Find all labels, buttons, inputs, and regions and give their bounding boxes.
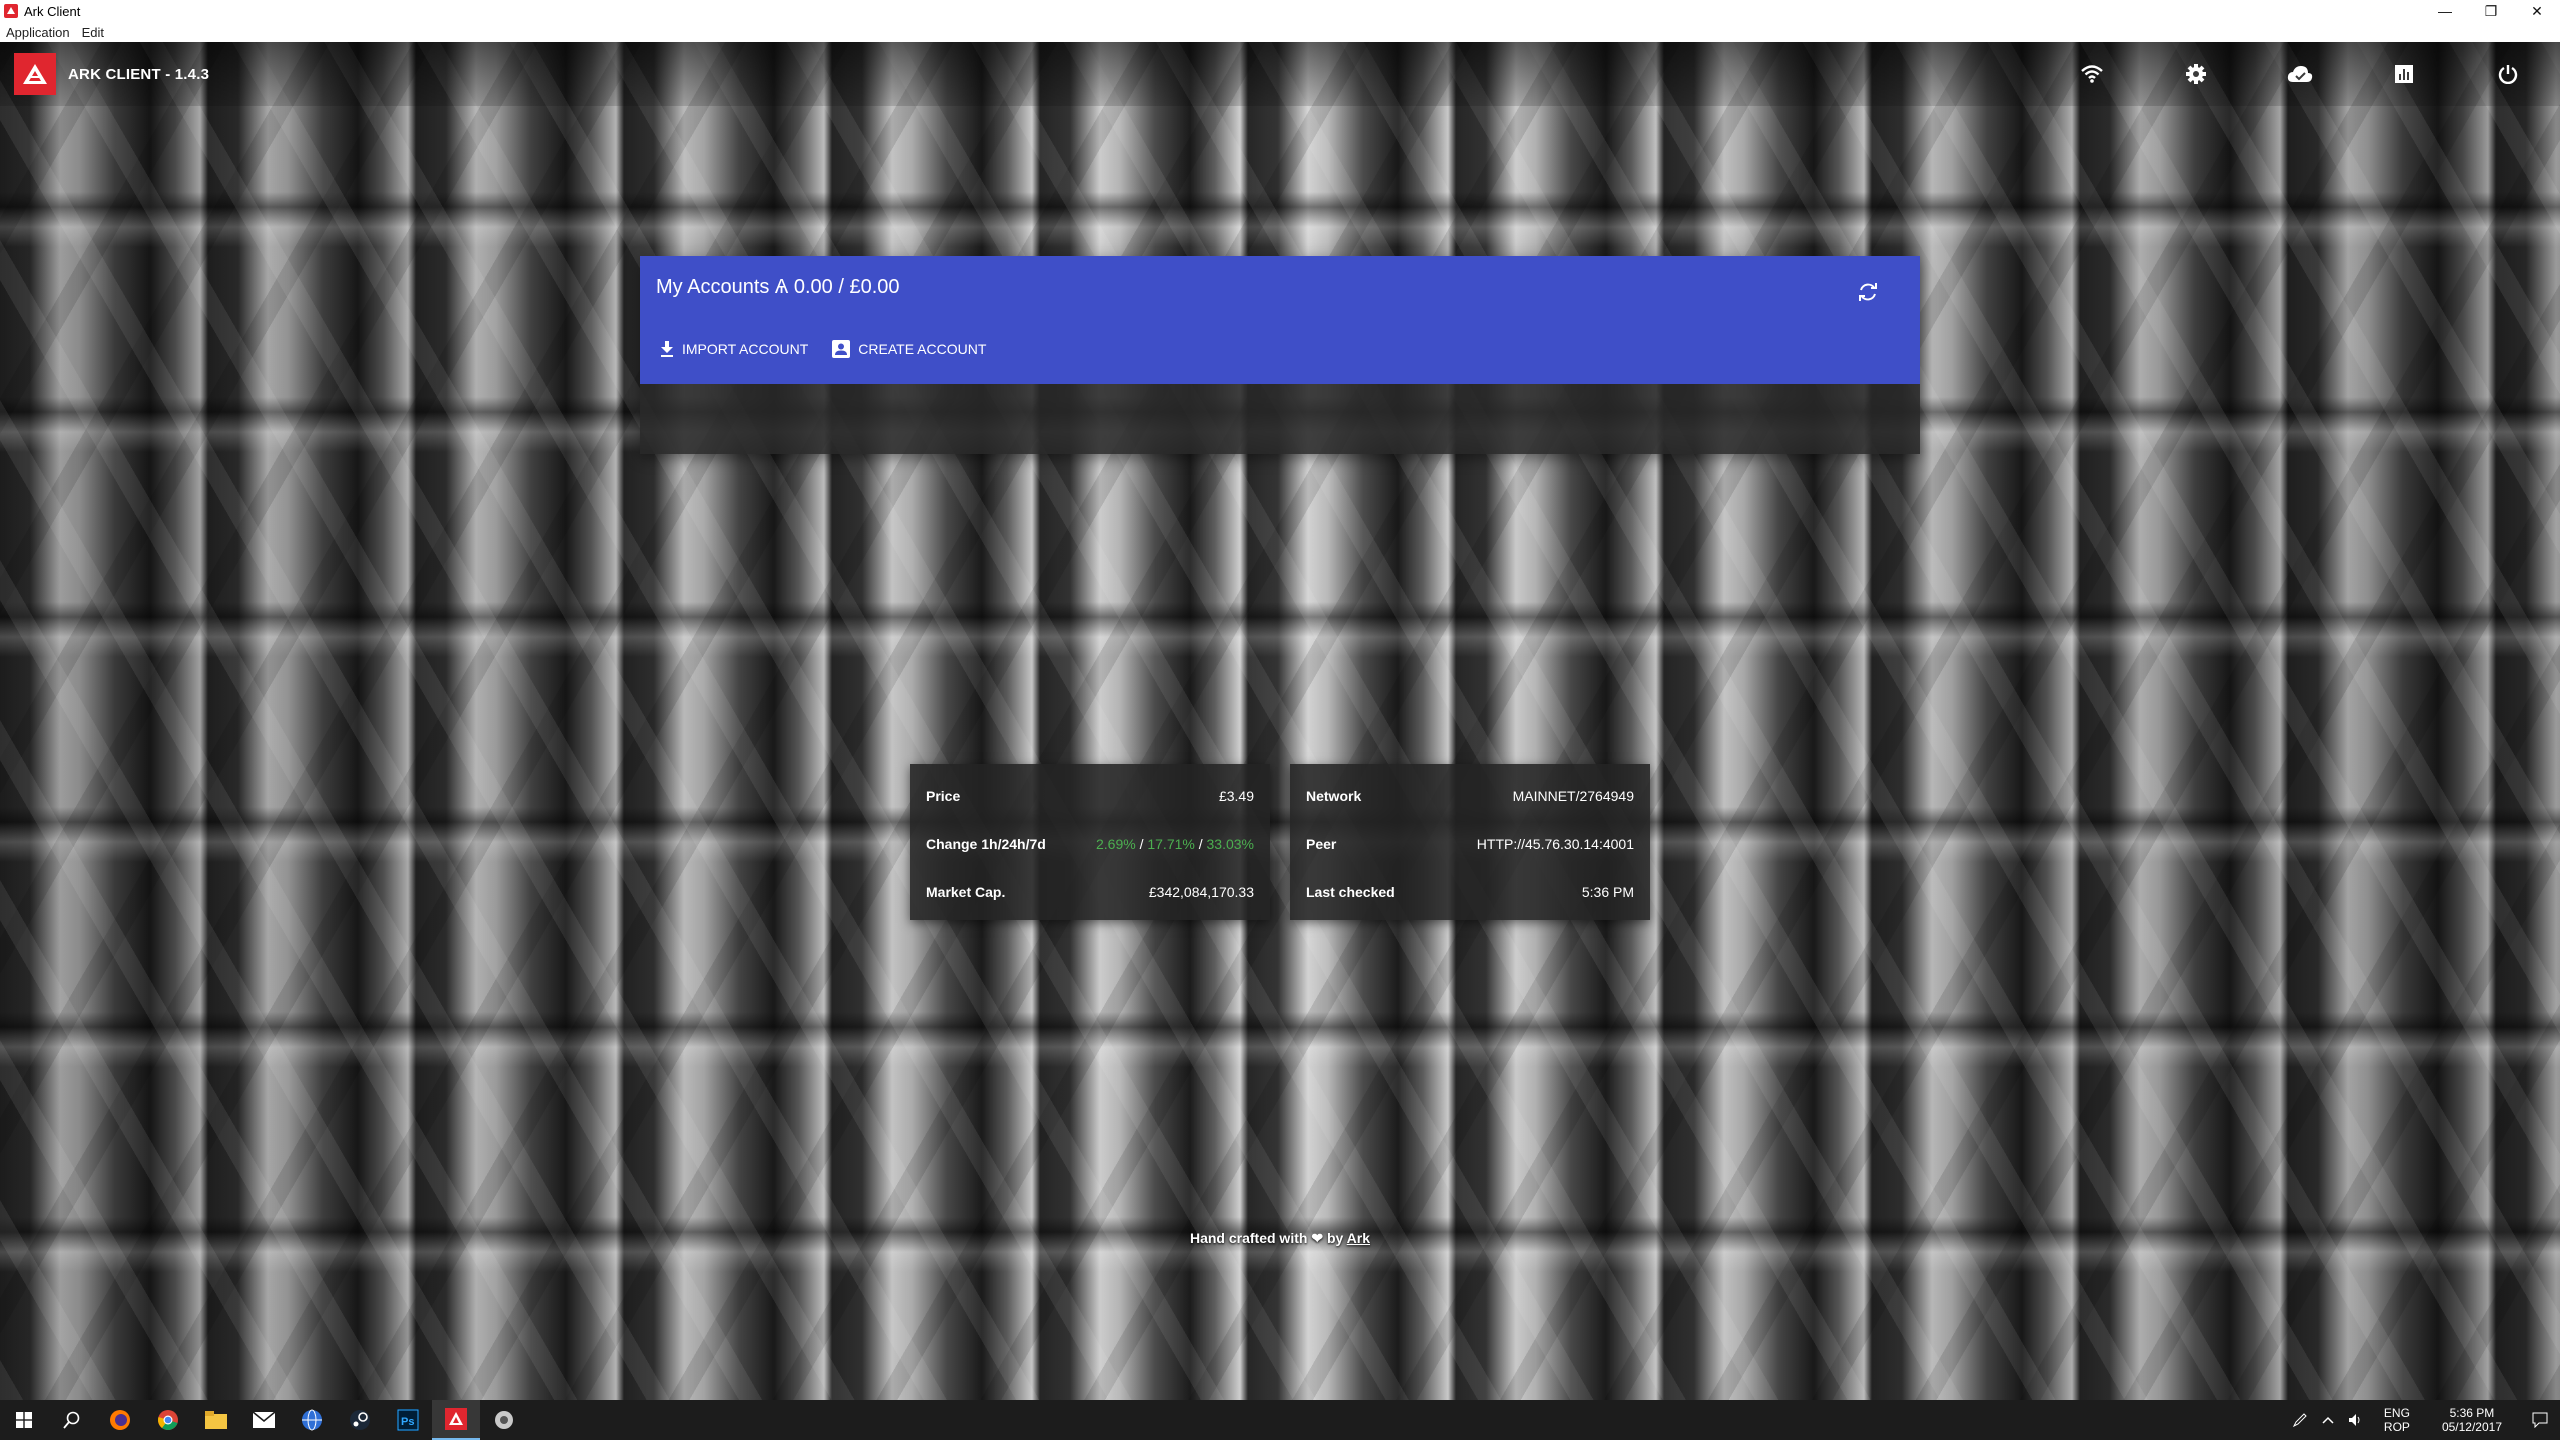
- market-panel: Price £3.49 Change 1h/24h/7d 2.69% / 17.…: [910, 764, 1270, 920]
- network-panel: Network MAINNET/2764949 Peer HTTP://45.7…: [1290, 764, 1650, 920]
- ark-logo[interactable]: [14, 53, 56, 95]
- window-titlebar: Ark Client — ❐ ✕: [0, 0, 2560, 22]
- change-separator: /: [1198, 836, 1203, 852]
- clock[interactable]: 5:36 PM 05/12/2017: [2442, 1406, 2502, 1434]
- footer-text: Hand crafted with: [1189, 1230, 1308, 1246]
- windows-icon: [16, 1412, 32, 1428]
- network-value: MAINNET/2764949: [1512, 788, 1634, 804]
- restore-button[interactable]: ❐: [2468, 0, 2514, 22]
- app-header: ARK CLIENT - 1.4.3: [0, 42, 2560, 106]
- window-title: Ark Client: [24, 3, 81, 19]
- minimize-button[interactable]: —: [2422, 0, 2468, 22]
- volume-icon[interactable]: [2342, 1413, 2370, 1427]
- taskbar: Ps ENG ROP 5:36 PM 05/12/2017: [0, 1400, 2560, 1440]
- change-values: 2.69% / 17.71% / 33.03%: [1096, 836, 1254, 852]
- marketcap-row: Market Cap. £342,084,170.33: [910, 868, 1270, 916]
- peer-row: Peer HTTP://45.76.30.14:4001: [1290, 820, 1650, 868]
- change-separator: /: [1139, 836, 1144, 852]
- pen-icon[interactable]: [2286, 1412, 2314, 1428]
- system-tray: ENG ROP 5:36 PM 05/12/2017: [2286, 1400, 2560, 1440]
- peer-label: Peer: [1306, 836, 1337, 852]
- price-value: £3.49: [1218, 788, 1254, 804]
- start-button[interactable]: [0, 1400, 48, 1440]
- wifi-icon[interactable]: [2040, 42, 2144, 106]
- accounts-card: My Accounts Ѧ 0.00 / £0.00 IMPORT ACCOUN…: [640, 256, 1920, 454]
- menu-edit[interactable]: Edit: [76, 25, 110, 40]
- svg-text:Ps: Ps: [401, 1416, 414, 1428]
- input-language[interactable]: ENG ROP: [2384, 1406, 2410, 1434]
- marketcap-value: £342,084,170.33: [1148, 884, 1254, 900]
- header-actions: [2040, 42, 2560, 106]
- window-controls: — ❐ ✕: [2422, 0, 2560, 22]
- lang-top: ENG: [2383, 1406, 2410, 1420]
- import-account-label: IMPORT ACCOUNT: [682, 341, 809, 357]
- notification-icon[interactable]: [2520, 1412, 2560, 1428]
- accounts-actions: IMPORT ACCOUNT CREATE ACCOUNT: [652, 336, 1002, 362]
- settings-icon[interactable]: [2144, 42, 2248, 106]
- create-account-button[interactable]: CREATE ACCOUNT: [824, 336, 994, 362]
- clock-date: 05/12/2017: [2441, 1420, 2502, 1434]
- last-checked-label: Last checked: [1306, 884, 1395, 900]
- marketcap-label: Market Cap.: [926, 884, 1006, 900]
- footer: Hand crafted with ❤ by Ark: [0, 1230, 2560, 1247]
- last-checked-row: Last checked 5:36 PM: [1290, 868, 1650, 916]
- ark-link[interactable]: Ark: [1347, 1230, 1370, 1246]
- mail-taskbar-icon[interactable]: [240, 1400, 288, 1440]
- globe-app-taskbar-icon[interactable]: [288, 1400, 336, 1440]
- clock-time: 5:36 PM: [2449, 1406, 2495, 1420]
- refresh-icon[interactable]: [1848, 272, 1888, 312]
- search-icon: [63, 1411, 80, 1429]
- change-1h: 2.69%: [1095, 836, 1136, 852]
- close-button[interactable]: ✕: [2514, 0, 2560, 22]
- create-account-label: CREATE ACCOUNT: [858, 341, 987, 357]
- chart-icon[interactable]: [2352, 42, 2456, 106]
- change-label: Change 1h/24h/7d: [926, 836, 1046, 852]
- app-title: ARK CLIENT - 1.4.3: [68, 65, 210, 83]
- price-label: Price: [926, 788, 961, 804]
- chevron-up-icon[interactable]: [2314, 1416, 2342, 1424]
- cloud-icon[interactable]: [2248, 42, 2352, 106]
- background-image: [0, 42, 2560, 1400]
- change-row: Change 1h/24h/7d 2.69% / 17.71% / 33.03%: [910, 820, 1270, 868]
- network-label: Network: [1306, 788, 1362, 804]
- menubar: Application Edit: [0, 22, 2560, 42]
- last-checked-value: 5:36 PM: [1581, 884, 1634, 900]
- chrome-taskbar-icon[interactable]: [144, 1400, 192, 1440]
- change-24h: 17.71%: [1147, 836, 1195, 852]
- lang-bottom: ROP: [2383, 1420, 2410, 1434]
- accounts-title: My Accounts Ѧ 0.00 / £0.00: [656, 276, 900, 298]
- power-icon[interactable]: [2456, 42, 2560, 106]
- ark-app-icon: [4, 4, 18, 18]
- change-7d: 33.03%: [1206, 836, 1254, 852]
- firefox-taskbar-icon[interactable]: [96, 1400, 144, 1440]
- download-icon: [661, 341, 673, 357]
- file-explorer-taskbar-icon[interactable]: [192, 1400, 240, 1440]
- heart-icon: ❤: [1311, 1230, 1324, 1246]
- footer-by: by: [1326, 1230, 1344, 1246]
- peer-value[interactable]: HTTP://45.76.30.14:4001: [1477, 836, 1634, 852]
- photoshop-taskbar-icon[interactable]: Ps: [384, 1400, 432, 1440]
- ark-client-taskbar-icon[interactable]: [432, 1400, 480, 1440]
- account-box-icon: [832, 340, 851, 358]
- network-row: Network MAINNET/2764949: [1290, 772, 1650, 820]
- search-button[interactable]: [48, 1400, 96, 1440]
- price-row: Price £3.49: [910, 772, 1270, 820]
- accounts-header: My Accounts Ѧ 0.00 / £0.00 IMPORT ACCOUN…: [640, 256, 1920, 384]
- import-account-button[interactable]: IMPORT ACCOUNT: [652, 336, 816, 362]
- menu-application[interactable]: Application: [0, 25, 76, 40]
- steam-taskbar-icon[interactable]: [336, 1400, 384, 1440]
- app-taskbar-icon[interactable]: [480, 1400, 528, 1440]
